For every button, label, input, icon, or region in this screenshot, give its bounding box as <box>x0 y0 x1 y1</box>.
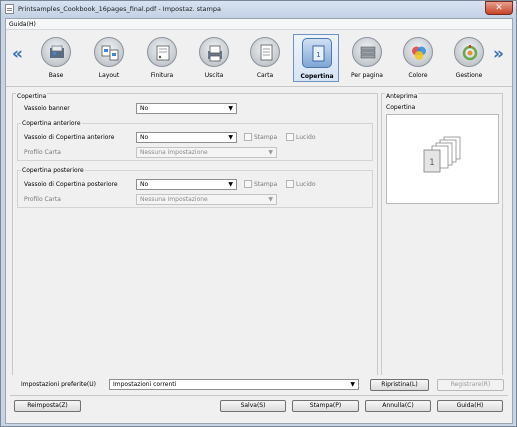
back-glossy-checkbox[interactable] <box>286 180 294 188</box>
tab-layout[interactable]: Layout <box>86 34 132 82</box>
tab-copertina[interactable]: 1 Copertina <box>293 34 339 82</box>
tab-base-label: Base <box>48 72 64 79</box>
cover-panel: Copertina Vassoio banner No ▼ Copertina … <box>12 93 378 382</box>
layout-icon <box>94 37 124 67</box>
preferred-settings-label: Impostazioni preferite(U) <box>21 381 97 388</box>
front-cover-tray-label: Vassoio di Copertina anteriore <box>24 134 115 141</box>
tab-base[interactable]: Base <box>33 34 79 82</box>
footer-divider <box>10 395 508 396</box>
banner-tray-select[interactable]: No ▼ <box>136 103 237 114</box>
help-button[interactable]: Guida(H) <box>437 400 503 412</box>
title-bar: Printsamples_Cookbook_16pages_final.pdf … <box>1 1 516 18</box>
back-cover-title: Copertina posteriore <box>21 167 85 174</box>
output-icon <box>199 37 229 67</box>
print-settings-window: Printsamples_Cookbook_16pages_final.pdf … <box>0 0 517 427</box>
preferred-settings-select[interactable]: Impostazioni correnti ▼ <box>109 379 359 390</box>
tab-carta-label: Carta <box>256 72 274 79</box>
tab-colore-label: Colore <box>408 72 428 79</box>
banner-tray-label: Vassoio banner <box>24 105 70 112</box>
reset-button[interactable]: Reimposta(Z) <box>14 400 81 412</box>
dialog-client: Guida(H) « Base Layout Finitura Uscita C… <box>5 18 513 424</box>
tab-per-pagina[interactable]: Per pagina <box>344 34 390 82</box>
cover-icon: 1 <box>302 38 332 68</box>
tab-gestione-label: Gestione <box>455 72 483 79</box>
front-cover-title: Copertina anteriore <box>21 120 82 127</box>
front-paper-profile-label: Profilo Carta <box>24 149 61 156</box>
back-paper-profile-select[interactable]: Nessuna impostazione ▼ <box>136 194 277 205</box>
tab-gestione[interactable]: Gestione <box>446 34 492 82</box>
preview-image: 1 <box>386 114 499 204</box>
document-icon <box>5 4 14 14</box>
chevron-down-icon: ▼ <box>228 134 233 141</box>
base-icon <box>41 37 71 67</box>
front-paper-profile-select[interactable]: Nessuna impostazione ▼ <box>136 147 277 158</box>
window-title: Printsamples_Cookbook_16pages_final.pdf … <box>18 5 221 13</box>
front-paper-profile-value: Nessuna impostazione <box>140 149 208 156</box>
chevron-down-icon: ▼ <box>268 196 273 203</box>
tab-layout-label: Layout <box>98 72 120 79</box>
back-cover-tray-select[interactable]: No ▼ <box>136 179 237 190</box>
finishing-icon <box>147 37 177 67</box>
tab-toolbar: « Base Layout Finitura Uscita Carta 1 Co… <box>6 30 512 87</box>
cover-preview-icon: 1 <box>423 136 461 173</box>
back-cover-group: Copertina posteriore Vassoio di Copertin… <box>17 167 373 208</box>
back-glossy-label: Lucido <box>296 181 316 188</box>
back-paper-profile-value: Nessuna impostazione <box>140 196 208 203</box>
register-button[interactable]: Registrare(R) <box>437 379 504 391</box>
cover-panel-title: Copertina <box>16 93 48 100</box>
back-print-checkbox[interactable] <box>244 180 252 188</box>
preferred-settings-bar: Impostazioni preferite(U) Impostazioni c… <box>12 375 504 394</box>
menu-guida[interactable]: Guida(H) <box>9 21 36 28</box>
preview-panel-title: Anteprima <box>385 93 419 100</box>
front-cover-tray-value: No <box>140 134 149 141</box>
front-print-checkbox[interactable] <box>244 133 252 141</box>
front-print-label: Stampa <box>254 134 278 141</box>
preferred-settings-value: Impostazioni correnti <box>113 381 177 388</box>
preview-subtitle: Copertina <box>386 104 416 111</box>
menu-bar: Guida(H) <box>6 19 512 30</box>
front-glossy-checkbox[interactable] <box>286 133 294 141</box>
close-button[interactable]: ✕ <box>485 1 513 15</box>
chevron-down-icon: ▼ <box>268 149 273 156</box>
tab-finitura-label: Finitura <box>150 72 174 79</box>
tab-finitura[interactable]: Finitura <box>139 34 185 82</box>
banner-tray-value: No <box>140 105 149 112</box>
front-cover-tray-select[interactable]: No ▼ <box>136 132 237 143</box>
tab-uscita[interactable]: Uscita <box>191 34 237 82</box>
chevron-down-icon: ▼ <box>228 105 233 112</box>
per-page-icon <box>352 37 382 67</box>
tab-carta[interactable]: Carta <box>242 34 288 82</box>
tab-uscita-label: Uscita <box>204 72 224 79</box>
chevron-down-icon: ▼ <box>350 381 355 388</box>
svg-text:1: 1 <box>429 158 435 168</box>
scroll-right-icon[interactable]: » <box>493 46 504 63</box>
color-icon <box>403 37 433 67</box>
paper-icon <box>250 37 280 67</box>
preview-panel: Anteprima Copertina 1 <box>381 93 503 382</box>
chevron-down-icon: ▼ <box>228 181 233 188</box>
tab-colore[interactable]: Colore <box>395 34 441 82</box>
restore-button[interactable]: Ripristina(L) <box>370 379 429 391</box>
back-cover-tray-label: Vassoio di Copertina posteriore <box>24 181 118 188</box>
back-print-label: Stampa <box>254 181 278 188</box>
tab-copertina-label: Copertina <box>300 73 334 80</box>
back-cover-tray-value: No <box>140 181 149 188</box>
cancel-button[interactable]: Annulla(C) <box>365 400 431 412</box>
tab-per-pagina-label: Per pagina <box>351 72 383 79</box>
management-icon <box>454 37 484 67</box>
scroll-left-icon[interactable]: « <box>12 46 23 63</box>
back-paper-profile-label: Profilo Carta <box>24 196 61 203</box>
front-glossy-label: Lucido <box>296 134 316 141</box>
svg-text:1: 1 <box>316 51 320 59</box>
front-cover-group: Copertina anteriore Vassoio di Copertina… <box>17 120 373 161</box>
save-button[interactable]: Salva(S) <box>220 400 286 412</box>
print-button[interactable]: Stampa(P) <box>292 400 359 412</box>
